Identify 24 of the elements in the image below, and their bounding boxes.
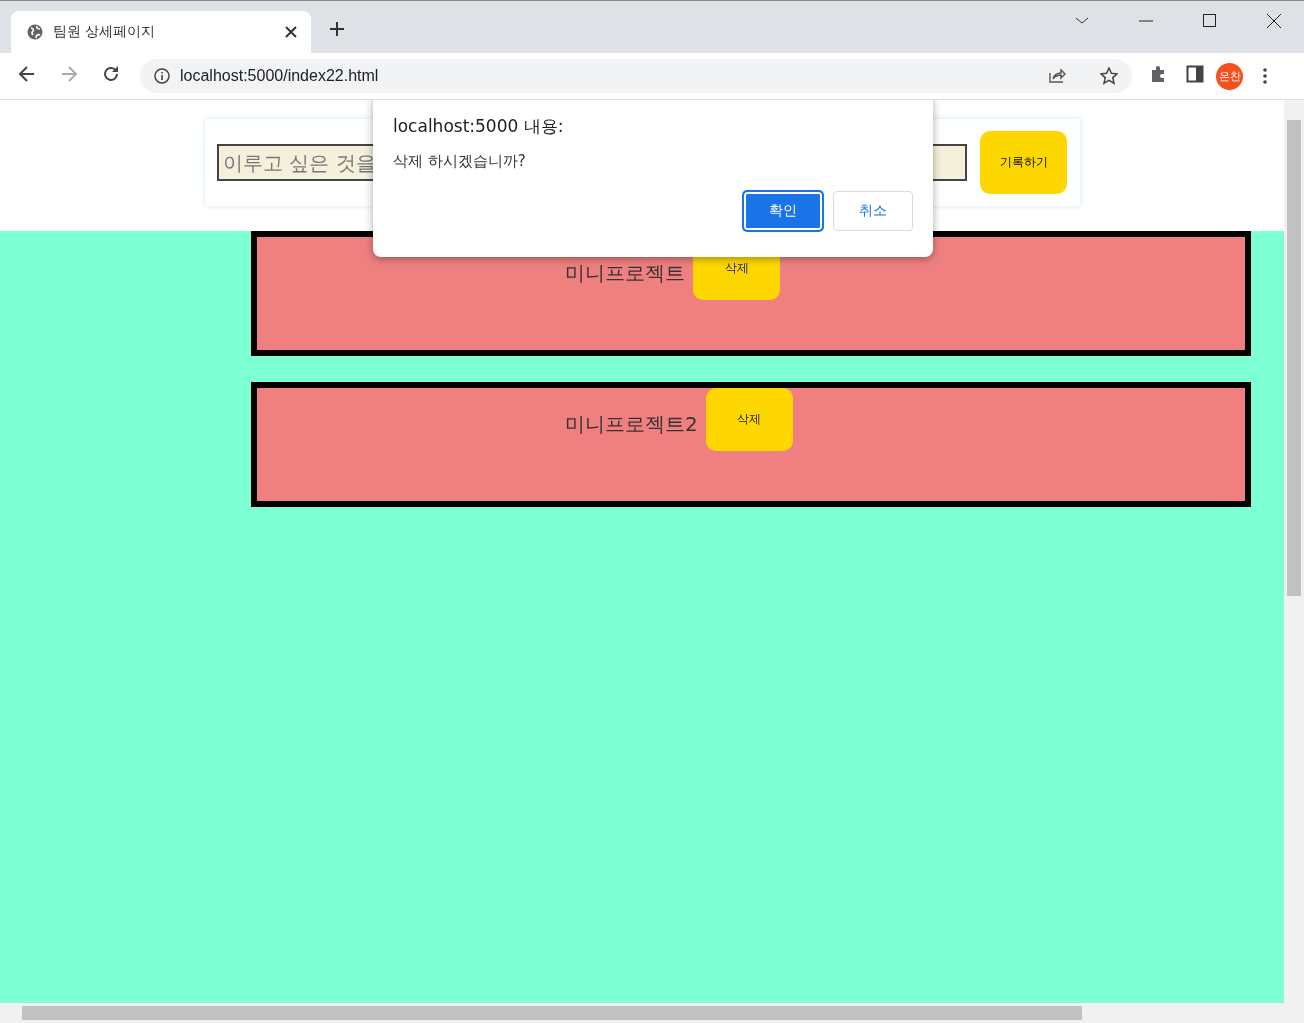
close-icon[interactable] [283, 24, 299, 40]
close-icon[interactable] [1266, 13, 1282, 29]
tab-title: 팀원 상세페이지 [53, 23, 156, 41]
vertical-scrollbar[interactable] [1284, 100, 1304, 1003]
globe-icon[interactable] [27, 24, 43, 40]
horizontal-scrollbar[interactable] [0, 1003, 1304, 1023]
plus-icon[interactable] [329, 21, 345, 37]
side-panel-icon[interactable] [1186, 65, 1204, 83]
reload-icon[interactable] [102, 65, 120, 83]
more-icon[interactable] [1261, 67, 1269, 85]
dialog-title: localhost:5000 내용: [393, 115, 565, 138]
confirm-button[interactable]: 확인 [743, 191, 823, 231]
dialog-message: 삭제 하시겠습니까? [393, 152, 527, 171]
star-icon[interactable] [1100, 67, 1118, 85]
delete-button[interactable]: 삭제 [705, 388, 793, 451]
project-title: 미니프로젝트 [565, 260, 685, 287]
share-icon[interactable] [1048, 67, 1066, 85]
info-icon[interactable] [154, 68, 170, 84]
back-arrow-icon[interactable] [18, 65, 36, 83]
browser-tab[interactable]: 팀원 상세페이지 [11, 11, 311, 53]
project-title: 미니프로젝트2 [565, 411, 698, 438]
cancel-button[interactable]: 취소 [833, 191, 913, 231]
record-button[interactable]: 기록하기 [980, 131, 1067, 194]
maximize-icon[interactable] [1202, 13, 1218, 29]
